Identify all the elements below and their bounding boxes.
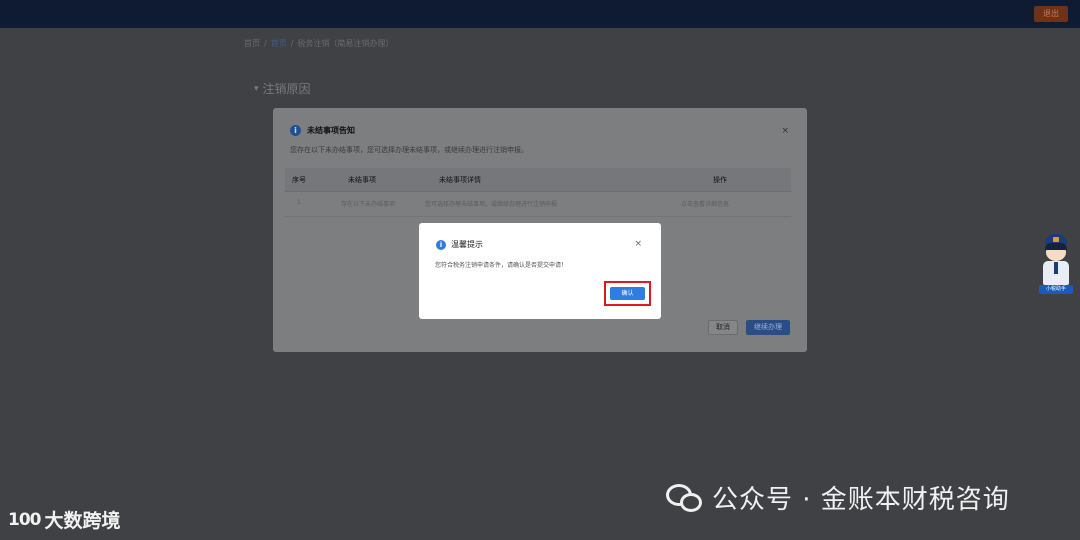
watermark-left-text: 大数跨境 [44, 510, 121, 532]
cancel-button[interactable]: 取消 [708, 320, 738, 335]
notice-modal-header: i 未结事项告知 [290, 125, 355, 136]
notice-modal-title: 未结事项告知 [307, 126, 355, 135]
confirm-highlight-box: 确认 [604, 281, 651, 306]
brand-logo-icon: 100 [8, 509, 41, 530]
top-navigation-bar: 退出 [0, 0, 1080, 28]
dialog-title: 温馨提示 [451, 240, 483, 249]
breadcrumb-item-current: 税务注销（简易注销办理） [297, 39, 394, 48]
breadcrumb: 首页 / 首页 / 税务注销（简易注销办理） [244, 38, 393, 49]
chevron-down-icon: ▾ [254, 83, 259, 94]
section-title: ▾ 注销原因 [254, 80, 311, 97]
column-header-index: 序号 [292, 176, 306, 184]
confirm-button[interactable]: 确认 [610, 287, 645, 300]
unfinished-items-table: 序号 未结事项 未结事项详情 操作 1 存在以下未办结事项 您可选择办理未结事项… [285, 168, 791, 217]
table-header: 序号 未结事项 未结事项详情 操作 [285, 168, 791, 192]
close-icon[interactable]: × [634, 239, 642, 249]
table-row: 1 存在以下未办结事项 您可选择办理未结事项，或继续办理进行注销申报 点击查看详… [285, 192, 791, 217]
watermark-right: 公众号 · 金账本财税咨询 [666, 479, 1010, 516]
watermark-right-text: 公众号 · 金账本财税咨询 [712, 485, 1010, 515]
topbar-action-button[interactable]: 退出 [1034, 6, 1068, 22]
breadcrumb-separator: / [290, 39, 294, 48]
reminder-dialog: i 温馨提示 × 您符合税务注销申请条件，请确认是否提交申请！ 确认 [419, 223, 661, 319]
breadcrumb-item-home[interactable]: 首页 [244, 38, 260, 49]
row-detail: 您可选择办理未结事项，或继续办理进行注销申报 [425, 201, 558, 208]
row-index: 1 [297, 199, 301, 206]
dialog-header: i 温馨提示 [436, 239, 483, 250]
tax-assistant-icon[interactable]: 小税助手 [1038, 234, 1074, 296]
notice-modal-description: 您存在以下未办结事项，您可选择办理未结事项，或继续办理进行注销申报。 [290, 146, 528, 154]
wechat-icon [666, 482, 704, 514]
dialog-message: 您符合税务注销申请条件，请确认是否提交申请！ [435, 262, 568, 269]
close-icon[interactable]: × [781, 126, 789, 136]
info-icon: i [290, 125, 301, 136]
notice-modal-actions: 取消 继续办理 [708, 320, 790, 335]
section-title-label: 注销原因 [262, 82, 311, 96]
row-item: 存在以下未办结事项 [341, 201, 396, 208]
column-header-action: 操作 [713, 176, 727, 184]
info-icon: i [436, 239, 446, 250]
column-header-detail: 未结事项详情 [439, 176, 481, 184]
column-header-item: 未结事项 [348, 176, 376, 184]
breadcrumb-item-link[interactable]: 首页 [271, 38, 287, 49]
breadcrumb-separator: / [264, 39, 267, 48]
continue-button[interactable]: 继续办理 [746, 320, 790, 335]
row-action-link[interactable]: 点击查看详细信息 [681, 199, 729, 208]
assistant-tag: 小税助手 [1039, 285, 1073, 294]
watermark-left: 100 大数跨境 [8, 506, 121, 533]
